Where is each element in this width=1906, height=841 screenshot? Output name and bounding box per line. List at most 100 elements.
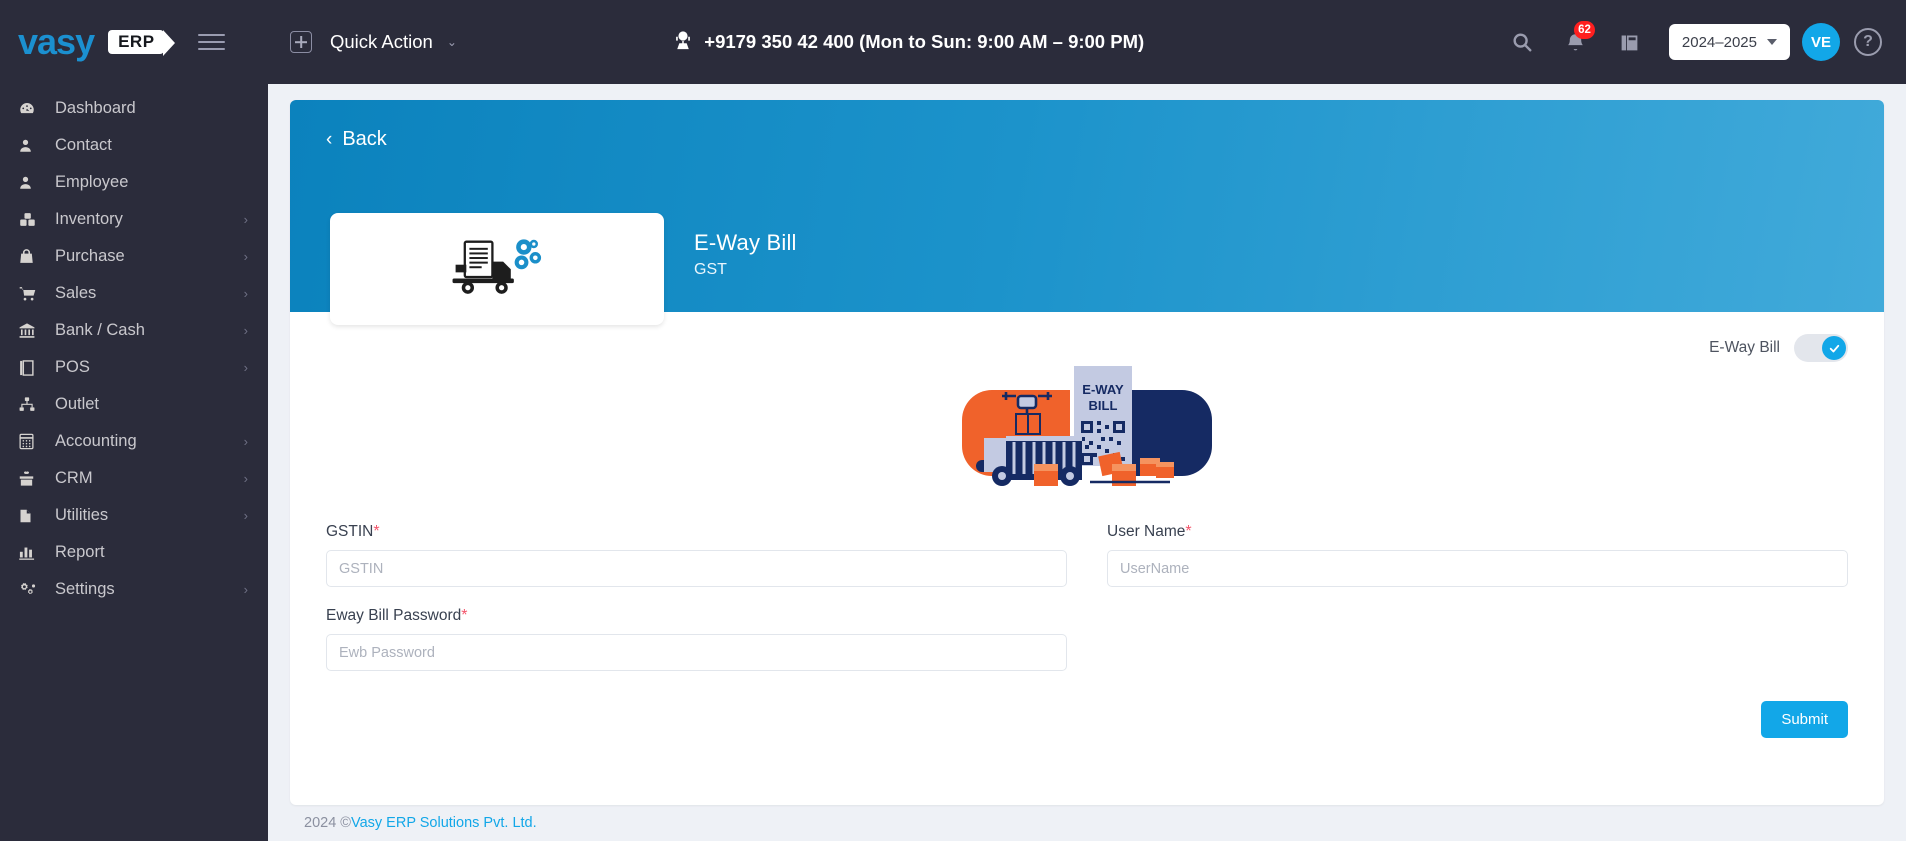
quick-action-label[interactable]: Quick Action xyxy=(330,31,433,53)
gstin-input[interactable] xyxy=(326,550,1067,587)
bank-icon xyxy=(18,322,44,339)
field-gstin: GSTIN* xyxy=(326,523,1067,587)
field-label-text: GSTIN xyxy=(326,523,374,540)
chart-bar-icon xyxy=(18,544,44,561)
sidebar-item-label: CRM xyxy=(55,469,93,487)
sidebar-item-label: Accounting xyxy=(55,432,137,450)
field-label: Eway Bill Password* xyxy=(326,607,1067,625)
sidebar-item-purchase[interactable]: Purchase › xyxy=(0,238,268,275)
sidebar: vasy ERP Dashboard Contact Employee Inve… xyxy=(0,0,268,841)
sidebar-item-label: Settings xyxy=(55,580,115,598)
notifications-bell-icon[interactable]: 62 xyxy=(1549,15,1603,69)
search-icon[interactable] xyxy=(1495,15,1549,69)
chevron-down-icon[interactable]: ⌄ xyxy=(447,35,457,49)
eway-bill-truck-illustration: E-WAY BILL xyxy=(962,352,1212,497)
sidebar-item-report[interactable]: Report xyxy=(0,534,268,571)
fiscal-year-select[interactable]: 2024–2025 xyxy=(1668,24,1790,60)
sidebar-item-label: Contact xyxy=(55,136,112,154)
credentials-form: GSTIN* User Name* Eway B xyxy=(326,523,1848,691)
truck-gear-icon xyxy=(451,234,543,305)
sidebar-item-bank-cash[interactable]: Bank / Cash › xyxy=(0,312,268,349)
footer: 2024 © Vasy ERP Solutions Pvt. Ltd. xyxy=(290,805,1884,841)
fiscal-year-value: 2024–2025 xyxy=(1681,33,1757,51)
svg-text:E-WAY: E-WAY xyxy=(1082,382,1124,397)
eway-bill-toggle[interactable] xyxy=(1794,334,1848,362)
chevron-right-icon: › xyxy=(243,582,248,597)
sidebar-item-utilities[interactable]: Utilities › xyxy=(0,497,268,534)
field-label: User Name* xyxy=(1107,523,1848,541)
brand-logo[interactable]: vasy ERP xyxy=(0,0,268,84)
chevron-right-icon: › xyxy=(243,434,248,449)
sidebar-item-employee[interactable]: Employee xyxy=(0,164,268,201)
module-icon-card xyxy=(330,213,664,325)
sidebar-item-sales[interactable]: Sales › xyxy=(0,275,268,312)
sidebar-item-crm[interactable]: CRM › xyxy=(0,460,268,497)
back-label: Back xyxy=(342,128,387,150)
back-button[interactable]: ‹ Back xyxy=(326,128,387,151)
field-eway-password: Eway Bill Password* xyxy=(326,607,1067,671)
chevron-right-icon: › xyxy=(243,360,248,375)
sidebar-item-settings[interactable]: Settings › xyxy=(0,571,268,608)
page-title: E-Way Bill xyxy=(694,230,797,255)
chevron-right-icon: › xyxy=(243,471,248,486)
page-subtitle: GST xyxy=(694,261,727,278)
chevron-right-icon: › xyxy=(243,323,248,338)
boxes-icon xyxy=(18,211,44,228)
sidebar-item-outlet[interactable]: Outlet xyxy=(0,386,268,423)
sidebar-item-label: Employee xyxy=(55,173,129,191)
sidebar-nav: Dashboard Contact Employee Inventory › P… xyxy=(0,84,268,608)
chevron-right-icon: › xyxy=(243,212,248,227)
submit-button[interactable]: Submit xyxy=(1761,701,1848,738)
sidebar-item-accounting[interactable]: Accounting › xyxy=(0,423,268,460)
sidebar-item-inventory[interactable]: Inventory › xyxy=(0,201,268,238)
footer-company-link[interactable]: Vasy ERP Solutions Pvt. Ltd. xyxy=(351,815,537,831)
gears-icon xyxy=(18,581,44,598)
chevron-right-icon: › xyxy=(243,249,248,264)
topbar: Quick Action ⌄ +9179 350 42 400 (Mon to … xyxy=(268,0,1906,84)
sitemap-icon xyxy=(18,396,44,413)
sidebar-item-label: Sales xyxy=(55,284,97,302)
sidebar-item-label: POS xyxy=(55,358,90,376)
main-area: Quick Action ⌄ +9179 350 42 400 (Mon to … xyxy=(268,0,1906,841)
toggle-label: E-Way Bill xyxy=(1709,339,1780,356)
sidebar-item-label: Report xyxy=(55,543,105,561)
username-input[interactable] xyxy=(1107,550,1848,587)
sidebar-item-label: Bank / Cash xyxy=(55,321,145,339)
avatar[interactable]: VE xyxy=(1802,23,1840,61)
sidebar-item-contact[interactable]: Contact xyxy=(0,127,268,164)
required-marker: * xyxy=(373,523,380,540)
sidebar-item-label: Inventory xyxy=(55,210,123,228)
sidebar-item-pos[interactable]: POS › xyxy=(0,349,268,386)
sidebar-item-label: Utilities xyxy=(55,506,109,524)
footer-copyright: 2024 © xyxy=(304,815,351,831)
chevron-left-icon: ‹ xyxy=(326,129,333,150)
sidebar-item-label: Dashboard xyxy=(55,99,136,117)
help-icon[interactable]: ? xyxy=(1854,28,1882,56)
field-username: User Name* xyxy=(1107,523,1848,587)
support-phone-text: +9179 350 42 400 (Mon to Sun: 9:00 AM – … xyxy=(704,31,1145,52)
hero-text: E-Way Bill GST xyxy=(694,230,797,279)
sidebar-toggle-icon[interactable] xyxy=(197,34,225,50)
support-phone: +9179 350 42 400 (Mon to Sun: 9:00 AM – … xyxy=(632,29,1144,56)
required-marker: * xyxy=(1185,523,1192,540)
required-marker: * xyxy=(461,607,468,624)
topbar-actions: 62 2024–2025 VE ? xyxy=(1495,15,1882,69)
cart-icon xyxy=(18,285,44,302)
sidebar-item-label: Purchase xyxy=(55,247,125,265)
field-label: GSTIN* xyxy=(326,523,1067,541)
user-icon xyxy=(18,137,44,154)
eway-password-input[interactable] xyxy=(326,634,1067,671)
calculator-tool-icon[interactable] xyxy=(1603,15,1657,69)
hero-banner: ‹ Back E-Way Bill GST xyxy=(290,100,1884,325)
form-section: E-Way Bill E-WAY BILL GSTIN* GSTIN User … xyxy=(290,312,1884,805)
calculator-icon xyxy=(18,433,44,450)
toggle-knob xyxy=(1822,336,1846,360)
field-label-text: Eway Bill Password xyxy=(326,607,462,624)
sidebar-item-dashboard[interactable]: Dashboard xyxy=(0,90,268,127)
bag-icon xyxy=(18,248,44,265)
brand-name: vasy xyxy=(18,21,95,62)
grid-spacer xyxy=(1107,607,1848,691)
add-widget-icon[interactable] xyxy=(290,31,312,53)
chevron-right-icon: › xyxy=(243,286,248,301)
illustration-wrap: E-WAY BILL xyxy=(326,352,1848,497)
